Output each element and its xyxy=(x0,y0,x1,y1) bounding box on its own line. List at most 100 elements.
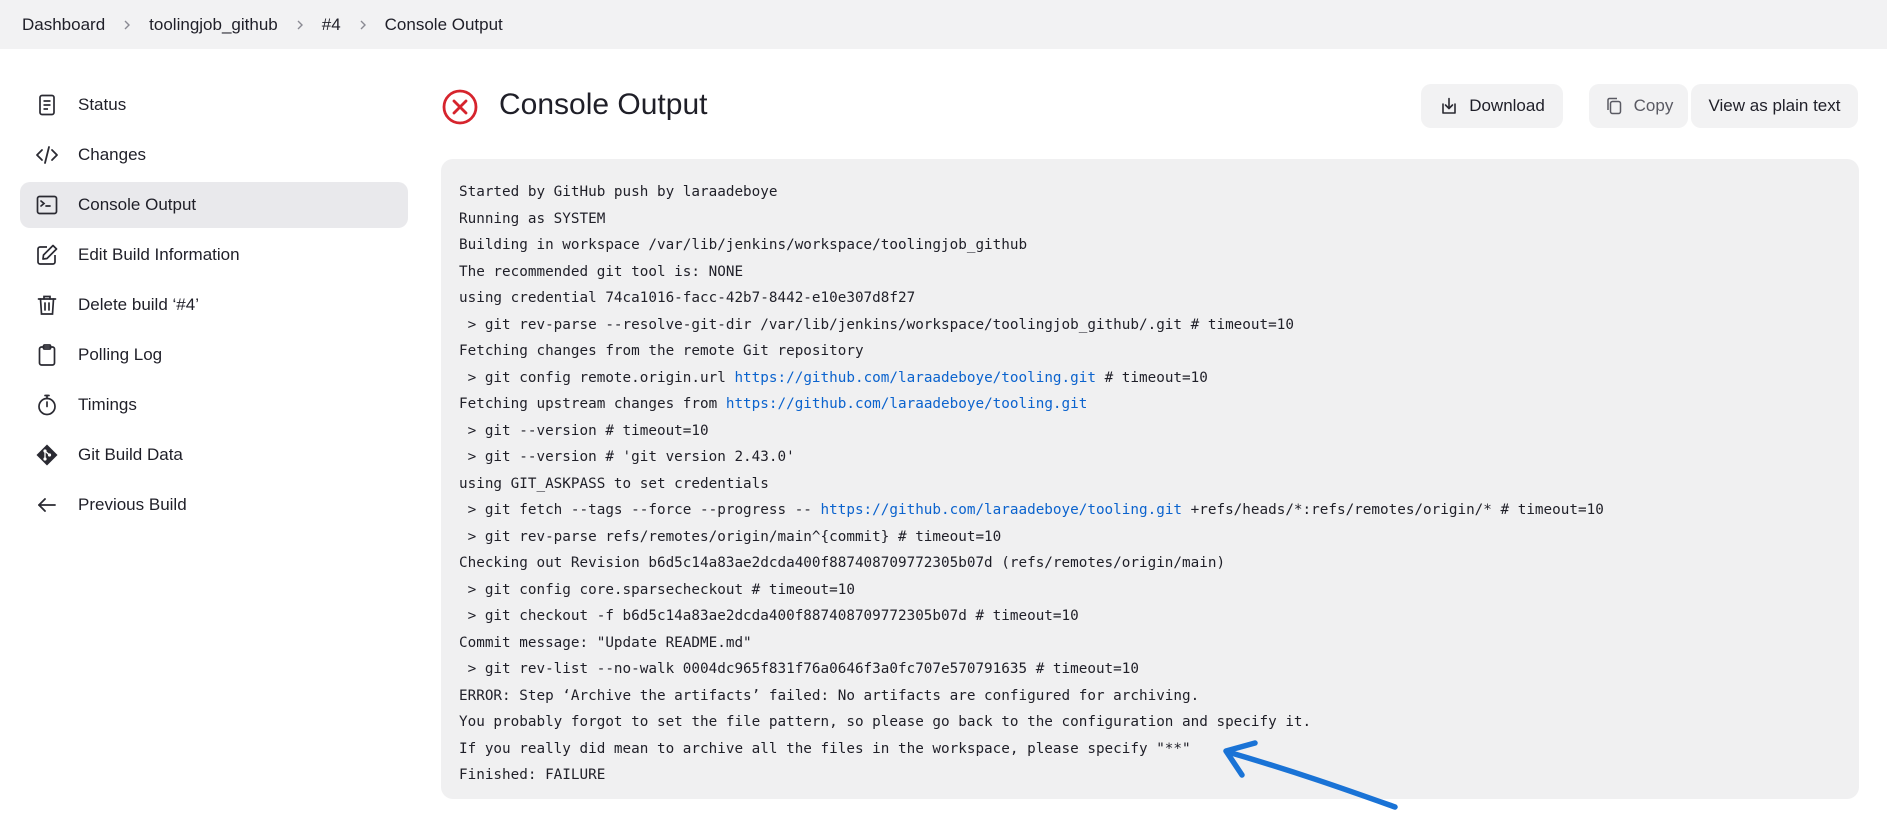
sidebar-item-label: Changes xyxy=(78,145,147,164)
console-text: Fetching changes from the remote Git rep… xyxy=(459,343,864,359)
copy-button[interactable]: Copy xyxy=(1589,84,1688,128)
chevron-right-icon xyxy=(294,19,306,31)
console-line: Commit message: "Update README.md" xyxy=(459,630,1841,657)
console-text: You probably forgot to set the file patt… xyxy=(459,714,1312,730)
git-icon xyxy=(34,442,60,468)
console-text: > git fetch --tags --force --progress -- xyxy=(459,502,821,518)
console-line: using credential 74ca1016-facc-42b7-8442… xyxy=(459,285,1841,312)
error-circle-icon xyxy=(442,89,478,125)
page-header: Console Output Download Copy View as pla… xyxy=(441,84,1859,134)
sidebar-item-timings[interactable]: Timings xyxy=(20,382,408,428)
repo-link[interactable]: https://github.com/laraadeboye/tooling.g… xyxy=(726,396,1088,412)
download-button[interactable]: Download xyxy=(1421,84,1563,128)
view-plain-text-label: View as plain text xyxy=(1708,96,1841,115)
console-output-panel: Started by GitHub push by laraadeboye Run… xyxy=(441,159,1859,799)
console-line: Fetching changes from the remote Git rep… xyxy=(459,338,1841,365)
chevron-right-icon xyxy=(357,19,369,31)
repo-link[interactable]: https://github.com/laraadeboye/tooling.g… xyxy=(821,502,1183,518)
console-text: Commit message: "Update README.md" xyxy=(459,634,752,651)
view-plain-text-button[interactable]: View as plain text xyxy=(1691,84,1858,128)
sidebar-item-polling-log[interactable]: Polling Log xyxy=(20,332,408,378)
console-text: Started by GitHub push by laraadeboye xyxy=(459,184,778,200)
console-text: > git checkout -f b6d5c14a83ae2dcda400f8… xyxy=(459,608,1079,624)
console-text: If you really did mean to archive all th… xyxy=(459,740,1191,757)
console-text: Running as SYSTEM xyxy=(459,210,606,227)
sidebar-item-label: Git Build Data xyxy=(78,445,183,464)
sidebar-item-status[interactable]: Status xyxy=(20,82,408,128)
breadcrumb-job[interactable]: toolingjob_github xyxy=(149,15,278,35)
sidebar-item-label: Previous Build xyxy=(78,495,187,514)
sidebar: Status Changes Console Output Edit Build… xyxy=(20,82,408,532)
trash-icon xyxy=(34,292,60,318)
console-line: > git config core.sparsecheckout # timeo… xyxy=(459,577,1841,604)
console-text: > git rev-list --no-walk 0004dc965f831f7… xyxy=(459,661,1139,677)
console-line: > git --version # timeout=10 xyxy=(459,418,1841,445)
sidebar-item-label: Status xyxy=(78,95,127,114)
code-icon xyxy=(34,142,60,168)
page-title: Console Output xyxy=(499,88,708,121)
sidebar-item-console-output[interactable]: Console Output xyxy=(20,182,408,228)
sidebar-item-edit-build-information[interactable]: Edit Build Information xyxy=(20,232,408,278)
console-line: Checking out Revision b6d5c14a83ae2dcda4… xyxy=(459,550,1841,577)
console-line: Finished: FAILURE xyxy=(459,762,1841,789)
console-text: using GIT_ASKPASS to set credentials xyxy=(459,475,769,492)
console-text: Checking out Revision b6d5c14a83ae2dcda4… xyxy=(459,555,1226,571)
console-line: Fetching upstream changes from https://g… xyxy=(459,391,1841,418)
copy-icon xyxy=(1606,97,1621,115)
copy-label: Copy xyxy=(1633,96,1674,115)
console-line: ERROR: Step ‘Archive the artifacts’ fail… xyxy=(459,683,1841,710)
console-text: > git --version # 'git version 2.43.0' xyxy=(459,449,795,465)
console-line: using GIT_ASKPASS to set credentials xyxy=(459,471,1841,498)
console-line: If you really did mean to archive all th… xyxy=(459,736,1841,763)
console-text: Finished: FAILURE xyxy=(459,767,606,783)
download-label: Download xyxy=(1469,96,1545,115)
sidebar-item-delete-build[interactable]: Delete build ‘#4’ xyxy=(20,282,408,328)
sidebar-item-git-build-data[interactable]: Git Build Data xyxy=(20,432,408,478)
console-line: > git checkout -f b6d5c14a83ae2dcda400f8… xyxy=(459,603,1841,630)
console-text: ERROR: Step ‘Archive the artifacts’ fail… xyxy=(459,687,1200,704)
document-icon xyxy=(34,92,60,118)
console-line: > git rev-list --no-walk 0004dc965f831f7… xyxy=(459,656,1841,683)
console-text: > git config core.sparsecheckout # timeo… xyxy=(459,581,855,598)
console-text: The recommended git tool is: NONE xyxy=(459,263,744,280)
breadcrumb-current: Console Output xyxy=(384,14,503,34)
console-text: > git rev-parse --resolve-git-dir /var/l… xyxy=(459,316,1294,333)
sidebar-item-label: Timings xyxy=(78,395,137,414)
console-line: You probably forgot to set the file patt… xyxy=(459,709,1841,736)
edit-icon xyxy=(34,242,60,268)
console-line: The recommended git tool is: NONE xyxy=(459,259,1841,286)
sidebar-item-label: Polling Log xyxy=(78,345,163,364)
console-text: Fetching upstream changes from xyxy=(459,396,726,412)
console-line: > git fetch --tags --force --progress --… xyxy=(459,497,1841,524)
breadcrumb-build[interactable]: #4 xyxy=(322,15,341,35)
sidebar-item-previous-build[interactable]: Previous Build xyxy=(20,482,408,528)
clipboard-icon xyxy=(34,342,60,368)
console-line: > git --version # 'git version 2.43.0' xyxy=(459,444,1841,471)
console-text: Building in workspace /var/lib/jenkins/w… xyxy=(459,237,1028,253)
repo-link[interactable]: https://github.com/laraadeboye/tooling.g… xyxy=(734,370,1096,386)
console-line: > git rev-parse --resolve-git-dir /var/l… xyxy=(459,312,1841,339)
chevron-right-icon xyxy=(121,19,133,31)
console-line: > git rev-parse refs/remotes/origin/main… xyxy=(459,524,1841,551)
terminal-icon xyxy=(34,192,60,218)
sidebar-item-label: Delete build ‘#4’ xyxy=(78,295,199,314)
breadcrumb: Dashboard toolingjob_github #4 Console O… xyxy=(0,0,1887,49)
console-line: Building in workspace /var/lib/jenkins/w… xyxy=(459,232,1841,259)
stopwatch-icon xyxy=(34,392,60,418)
console-text: > git --version # timeout=10 xyxy=(459,422,709,439)
console-lines: Started by GitHub push by laraadeboye Run… xyxy=(459,179,1841,789)
console-line: > git config remote.origin.url https://g… xyxy=(459,365,1841,392)
sidebar-item-label: Console Output xyxy=(78,195,197,214)
console-text: > git config remote.origin.url xyxy=(459,369,735,386)
console-text: +refs/heads/*:refs/remotes/origin/* # ti… xyxy=(1182,502,1604,518)
console-text: using credential 74ca1016-facc-42b7-8442… xyxy=(459,290,916,306)
console-text: > git rev-parse refs/remotes/origin/main… xyxy=(459,528,1002,545)
breadcrumb-dashboard[interactable]: Dashboard xyxy=(22,15,105,35)
console-line: Running as SYSTEM xyxy=(459,206,1841,233)
console-line: Started by GitHub push by laraadeboye xyxy=(459,179,1841,206)
arrow-left-icon xyxy=(34,492,60,518)
sidebar-item-label: Edit Build Information xyxy=(78,245,240,264)
download-icon xyxy=(1442,97,1456,114)
sidebar-item-changes[interactable]: Changes xyxy=(20,132,408,178)
console-text: # timeout=10 xyxy=(1095,369,1208,386)
